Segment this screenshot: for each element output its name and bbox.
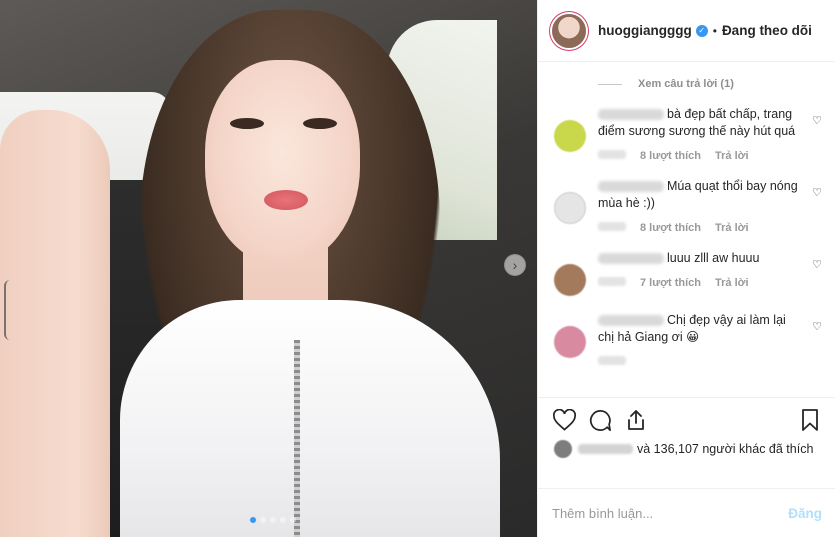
likes-count-text: và 136,107 người khác đã thích	[637, 442, 814, 456]
comment-text: luuu zlll aw huuu	[598, 250, 800, 267]
white-shirt	[120, 300, 500, 537]
comment-username[interactable]	[598, 109, 664, 121]
comment-time[interactable]	[598, 222, 626, 231]
carousel-dots	[250, 517, 296, 523]
comment-avatar[interactable]	[554, 120, 586, 152]
comment-meta: 8 lượt thích Trả lời	[598, 222, 800, 234]
comment-username[interactable]	[598, 253, 664, 265]
add-comment-bar: Đăng	[538, 488, 835, 537]
comment-text: Chị đẹp vậy ai làm lại chị hả Giang ơi 😀	[598, 312, 800, 346]
carousel-dot	[250, 517, 256, 523]
bookmark-icon[interactable]	[798, 408, 822, 432]
reply-button[interactable]: Trả lời	[715, 150, 749, 162]
comment-time[interactable]	[598, 356, 626, 365]
heart-icon[interactable]: ♡	[812, 320, 822, 333]
post-photo[interactable]: ›	[0, 0, 537, 537]
separator-dot: •	[712, 23, 717, 38]
comment-item: bà đẹp bất chấp, trang điểm sương sương …	[554, 106, 822, 162]
post-side-panel: huoggiangggg ✓ • Đang theo dõi Xem câu t…	[537, 0, 835, 537]
comment-icon[interactable]	[588, 408, 612, 432]
wrist-tattoo	[4, 280, 20, 340]
reply-button[interactable]: Trả lời	[715, 277, 749, 289]
comment-username[interactable]	[598, 181, 664, 193]
comment-meta: 7 lượt thích Trả lời	[598, 277, 800, 289]
carousel-dot	[290, 517, 296, 523]
comment-item: Chị đẹp vậy ai làm lại chị hả Giang ơi 😀…	[554, 312, 822, 365]
comment-likes[interactable]: 8 lượt thích	[640, 222, 701, 234]
left-eye	[230, 118, 264, 129]
heart-icon[interactable]: ♡	[812, 114, 822, 127]
divider	[598, 83, 622, 85]
face	[205, 60, 360, 265]
share-icon[interactable]	[624, 408, 648, 432]
liker-avatar[interactable]	[554, 440, 572, 458]
carousel-next-button[interactable]: ›	[504, 254, 526, 276]
chevron-right-icon: ›	[512, 257, 518, 273]
heart-icon[interactable]: ♡	[812, 186, 822, 199]
carousel-dot	[270, 517, 276, 523]
comment-input[interactable]	[552, 505, 789, 521]
comment-username[interactable]	[598, 315, 664, 327]
right-eye	[303, 118, 337, 129]
heart-icon[interactable]	[552, 408, 576, 432]
comment-meta	[598, 356, 800, 365]
view-replies-link[interactable]: Xem câu trả lời (1)	[598, 78, 822, 90]
shirt-zipper	[294, 340, 300, 537]
comment-item: luuu zlll aw huuu 7 lượt thích Trả lời ♡	[554, 250, 822, 296]
heart-icon[interactable]: ♡	[812, 258, 822, 271]
verified-icon: ✓	[695, 24, 708, 37]
comment-likes[interactable]: 8 lượt thích	[640, 150, 701, 162]
reply-button[interactable]: Trả lời	[715, 222, 749, 234]
comment-text: bà đẹp bất chấp, trang điểm sương sương …	[598, 106, 800, 140]
comment-time[interactable]	[598, 150, 626, 159]
comment-likes[interactable]: 7 lượt thích	[640, 277, 701, 289]
post-header: huoggiangggg ✓ • Đang theo dõi	[538, 0, 835, 62]
comment-avatar[interactable]	[554, 326, 586, 358]
comment-avatar[interactable]	[554, 192, 586, 224]
comment-meta: 8 lượt thích Trả lời	[598, 150, 800, 162]
post-comment-button[interactable]: Đăng	[788, 506, 822, 521]
likes-summary[interactable]: và 136,107 người khác đã thích	[554, 440, 813, 458]
comment-text: Múa quạt thổi bay nóng mùa hè :))	[598, 178, 800, 212]
comment-item: Múa quạt thổi bay nóng mùa hè :)) 8 lượt…	[554, 178, 822, 234]
carousel-dot	[260, 517, 266, 523]
lips	[264, 190, 308, 210]
follow-status-button[interactable]: Đang theo dõi	[722, 23, 812, 38]
comments-list[interactable]: Xem câu trả lời (1) bà đẹp bất chấp, tra…	[538, 63, 835, 396]
comment-avatar[interactable]	[554, 264, 586, 296]
carousel-dot	[280, 517, 286, 523]
comment-text-value: luuu zlll aw huuu	[667, 251, 760, 265]
view-replies-label: Xem câu trả lời (1)	[638, 78, 734, 90]
username-link[interactable]: huoggiangggg	[598, 23, 692, 38]
post-actions-bar	[538, 397, 835, 442]
avatar[interactable]	[552, 13, 586, 48]
liker-username[interactable]	[578, 444, 633, 454]
comment-time[interactable]	[598, 277, 626, 286]
